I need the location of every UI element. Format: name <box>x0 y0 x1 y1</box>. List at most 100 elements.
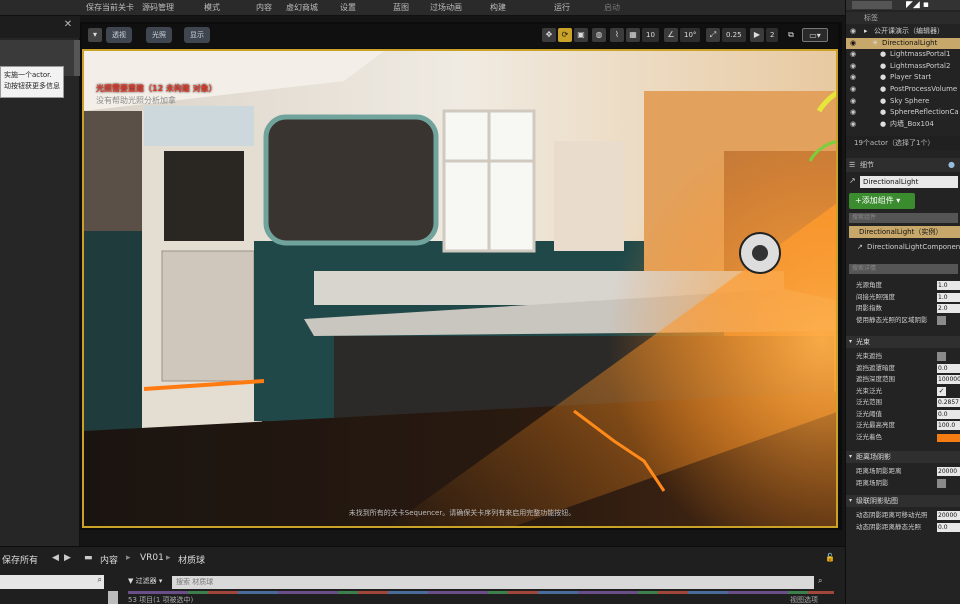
folder-scrollbar[interactable] <box>108 591 118 604</box>
visibility-eye-icon[interactable]: ◉ <box>850 38 860 50</box>
property-value-field[interactable]: 100.0 <box>937 421 960 430</box>
outliner-row[interactable]: ◉ ▸ 公开课演示（编辑器） <box>846 26 960 38</box>
toolbar-play-button[interactable]: 运行 <box>554 2 570 13</box>
toolbar-blueprints-button[interactable]: 蓝图 <box>393 2 409 13</box>
visibility-eye-icon[interactable]: ◉ <box>850 72 860 84</box>
details-tab[interactable]: ☰ 细节 ● <box>846 158 960 172</box>
chevron-down-icon: ▾ <box>849 453 853 460</box>
toolbar-cinematics-button[interactable]: 过场动画 <box>430 2 462 13</box>
component-tree-root[interactable]: DirectionalLight（实例） <box>849 226 960 238</box>
property-value-field[interactable]: 20000 <box>937 511 960 520</box>
property-checkbox[interactable]: ✓ <box>937 386 946 396</box>
property-label: 间接光照强度 <box>856 292 895 301</box>
right-panel: ◤◢ ▪ 标签 ◉ ▸ 公开课演示（编辑器） ◉ ☀ DirectionalLight ◉ ●… <box>845 0 960 604</box>
add-component-button[interactable]: +添加组件 ▾ <box>849 193 915 209</box>
property-checkbox[interactable] <box>937 478 946 488</box>
lock-icon[interactable]: 🔓 <box>825 553 835 562</box>
breadcrumb-item[interactable]: 内容 <box>100 553 118 566</box>
filters-button[interactable]: ▼ 过滤器 ▾ <box>128 576 162 586</box>
rotation-snap-icon[interactable]: ∠ <box>664 28 678 42</box>
camera-speed-icon[interactable]: ▶ <box>750 28 764 42</box>
lit-button[interactable]: 光照 <box>146 27 172 43</box>
globe-icon: ● <box>948 160 955 169</box>
property-value-field[interactable]: 1.0 <box>937 292 960 302</box>
outliner-search-input[interactable] <box>852 1 892 9</box>
outliner-row-label: DirectionalLight <box>882 38 938 47</box>
outliner-row[interactable]: ◉ ● LightmassPortal2 <box>846 61 960 73</box>
property-label: 光束泛光 <box>856 386 882 395</box>
view-options-button[interactable]: 视图选项 <box>790 595 818 604</box>
outliner-row[interactable]: ◉ ● LightmassPortal1 <box>846 49 960 61</box>
breadcrumb-item[interactable]: 材质球 <box>178 553 205 566</box>
camera-speed-value[interactable]: 2 <box>766 28 779 42</box>
property-section-header[interactable]: ▾ 级联阴影贴图 <box>846 495 960 507</box>
property-color-swatch[interactable] <box>937 433 960 442</box>
grid-snap-value[interactable]: 10 <box>642 28 659 42</box>
component-tree-child[interactable]: ↗ DirectionalLightComponent <box>849 241 960 253</box>
visibility-eye-icon[interactable]: ◉ <box>850 61 860 73</box>
surface-snap-icon[interactable]: ⌇ <box>610 28 624 42</box>
world-local-icon[interactable]: ◍ <box>592 28 606 42</box>
toolbar-save-button[interactable]: 保存当前关卡 <box>86 2 134 13</box>
scale-icon[interactable]: ▣ <box>574 28 588 42</box>
component-search-input[interactable]: 搜索组件 <box>849 213 958 223</box>
property-row: 动态阴影距离静态光照 0.0 <box>846 522 960 533</box>
visibility-eye-icon[interactable]: ◉ <box>850 26 860 38</box>
show-button[interactable]: 显示 <box>184 27 210 43</box>
toolbar-content-button[interactable]: 内容 <box>256 2 272 13</box>
actor-name-field[interactable]: DirectionalLight <box>860 176 958 188</box>
viewport-toolbar: ▾ 透视 光照 显示 ✥ ⟳ ▣ ◍ ⌇ ▦ 10 ∠ 10° ⤢ 0.25 ▶… <box>82 24 838 48</box>
visibility-eye-icon[interactable]: ◉ <box>850 107 860 119</box>
breadcrumb-item[interactable]: VR01 <box>140 553 164 563</box>
scale-snap-value[interactable]: 0.25 <box>722 28 746 42</box>
close-icon[interactable]: ✕ <box>62 19 74 31</box>
section-title: 级联阴影贴图 <box>856 497 898 505</box>
toolbar-modes-button[interactable]: 模式 <box>204 2 220 13</box>
property-checkbox[interactable] <box>937 352 946 361</box>
layout-icon[interactable]: ▭▾ <box>802 28 828 42</box>
translate-icon[interactable]: ✥ <box>542 28 556 42</box>
outliner-row[interactable]: ◉ ☀ DirectionalLight <box>846 37 960 50</box>
visibility-eye-icon[interactable]: ◉ <box>850 84 860 96</box>
outliner-row[interactable]: ◉ ● Sky Sphere <box>846 96 960 108</box>
property-value-field[interactable]: 0.0 <box>937 522 960 532</box>
visibility-eye-icon[interactable]: ◉ <box>850 49 860 61</box>
perspective-button[interactable]: 透视 <box>106 27 132 43</box>
viewport-menu-icon[interactable]: ▾ <box>88 28 102 42</box>
folder-search-input[interactable]: ⌕ <box>0 575 104 589</box>
outliner-row-label: LightmassPortal2 <box>890 61 951 70</box>
back-arrow-icon[interactable]: ◀ <box>52 553 59 563</box>
property-search-input[interactable]: 搜索详情 <box>849 264 958 274</box>
property-section-header[interactable]: ▾ 距离场阴影 <box>846 451 960 463</box>
grid-snap-icon[interactable]: ▦ <box>626 28 640 42</box>
visibility-eye-icon[interactable]: ◉ <box>850 119 860 131</box>
toolbar-marketplace-button[interactable]: 虚幻商城 <box>286 2 318 13</box>
property-row: 光束遮挡 <box>846 351 960 362</box>
property-value-field[interactable]: 1.0 <box>937 281 960 290</box>
property-value-field[interactable]: 0.0 <box>937 363 960 373</box>
toolbar-build-button[interactable]: 构建 <box>490 2 506 13</box>
rotate-icon[interactable]: ⟳ <box>558 28 572 42</box>
toolbar-settings-button[interactable]: 设置 <box>340 2 356 13</box>
save-all-button[interactable]: 保存所有 <box>2 553 38 566</box>
property-section-header[interactable]: ▾ 光束 <box>846 336 960 348</box>
forward-arrow-icon[interactable]: ▶ <box>64 553 71 563</box>
toolbar-launch-button[interactable]: 启动 <box>604 2 620 13</box>
outliner-row[interactable]: ◉ ● 内墙_Box104 <box>846 119 960 131</box>
property-value-field[interactable]: 0.2857 <box>937 398 960 407</box>
scale-snap-icon[interactable]: ⤢ <box>706 28 720 42</box>
level-viewport[interactable]: 光照需要重建（12 未构建 对象） 没有帮助光照分析加拿 未找到所有的关卡Seq… <box>82 49 838 528</box>
toolbar-source-control-button[interactable]: 源码管理 <box>142 2 174 13</box>
property-value-field[interactable]: 20000 <box>937 467 960 476</box>
property-value-field[interactable]: 2.0 <box>937 304 960 313</box>
property-value-field[interactable]: 100000 <box>937 375 960 384</box>
outliner-row[interactable]: ◉ ● PostProcessVolume <box>846 84 960 96</box>
outliner-row[interactable]: ◉ ● Player Start <box>846 72 960 84</box>
visibility-eye-icon[interactable]: ◉ <box>850 96 860 108</box>
property-value-field[interactable]: 0.0 <box>937 409 960 419</box>
outliner-row[interactable]: ◉ ● SphereReflectionCa <box>846 107 960 119</box>
asset-search-input[interactable]: 搜索 材质球 <box>172 576 814 589</box>
property-checkbox[interactable] <box>937 315 946 325</box>
maximize-icon[interactable]: ⧉ <box>784 28 798 42</box>
rotation-snap-value[interactable]: 10° <box>680 28 701 42</box>
